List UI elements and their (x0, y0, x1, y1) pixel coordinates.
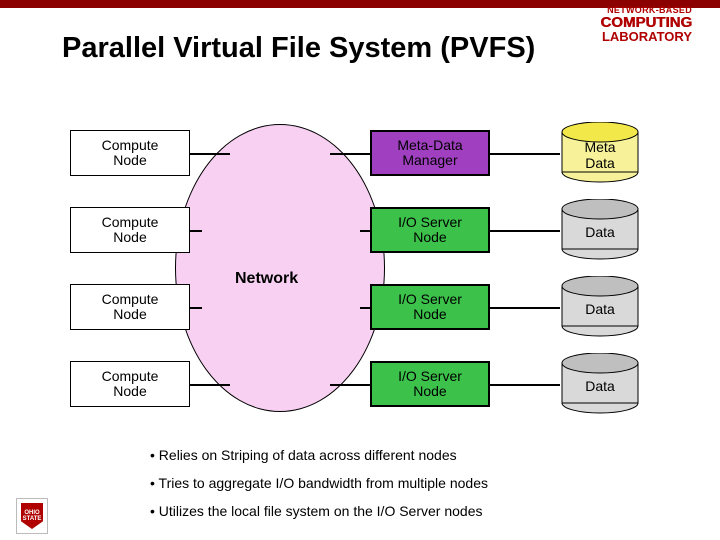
meta-data-cylinder: MetaData (560, 130, 640, 176)
line (490, 153, 560, 155)
compute-node-label: ComputeNode (102, 369, 159, 400)
bullet-item: • Utilizes the local file system on the … (150, 497, 488, 525)
bullet-text: Utilizes the local file system on the I/… (159, 503, 483, 519)
data-cylinder: Data (560, 284, 640, 330)
io-server-label: I/O ServerNode (398, 369, 462, 400)
io-server-label: I/O ServerNode (398, 292, 462, 323)
io-server-node: I/O ServerNode (370, 207, 490, 253)
compute-node: ComputeNode (70, 361, 190, 407)
ohio-state-logo: OHIOSTATE (16, 498, 48, 534)
io-server-label: I/O ServerNode (398, 215, 462, 246)
compute-node-label: ComputeNode (102, 215, 159, 246)
meta-data-cylinder-label: MetaData (584, 139, 615, 171)
metadata-manager-label: Meta-DataManager (397, 138, 462, 169)
bullet-list: • Relies on Striping of data across diff… (150, 441, 488, 525)
compute-node-label: ComputeNode (102, 138, 159, 169)
line (330, 153, 370, 155)
bullet-item: • Tries to aggregate I/O bandwidth from … (150, 469, 488, 497)
line (190, 153, 230, 155)
data-cylinder: Data (560, 207, 640, 253)
lab-logo: NETWORK-BASED COMPUTING LABORATORY (600, 6, 692, 43)
metadata-manager: Meta-DataManager (370, 130, 490, 176)
bullet-text: Relies on Striping of data across differ… (159, 447, 457, 463)
compute-node-label: ComputeNode (102, 292, 159, 323)
compute-node: ComputeNode (70, 284, 190, 330)
line (490, 384, 560, 386)
compute-node: ComputeNode (70, 130, 190, 176)
bullet-item: • Relies on Striping of data across diff… (150, 441, 488, 469)
ohio-state-text: OHIOSTATE (23, 510, 42, 522)
io-server-node: I/O ServerNode (370, 361, 490, 407)
data-cylinder: Data (560, 361, 640, 407)
io-server-node: I/O ServerNode (370, 284, 490, 330)
line (190, 384, 230, 386)
data-cylinder-label: Data (585, 378, 615, 394)
line (190, 230, 202, 232)
line (190, 307, 202, 309)
line (330, 384, 370, 386)
compute-node: ComputeNode (70, 207, 190, 253)
data-cylinder-label: Data (585, 224, 615, 240)
data-cylinder-label: Data (585, 301, 615, 317)
lab-logo-line3: LABORATORY (600, 30, 692, 43)
diagram: ComputeNode ComputeNode ComputeNode Comp… (70, 130, 675, 430)
bullet-text: Tries to aggregate I/O bandwidth from mu… (159, 475, 488, 491)
network-cloud (175, 124, 385, 412)
lab-logo-line2: COMPUTING (600, 15, 692, 30)
line (490, 230, 560, 232)
network-label: Network (235, 270, 298, 288)
line (490, 307, 560, 309)
